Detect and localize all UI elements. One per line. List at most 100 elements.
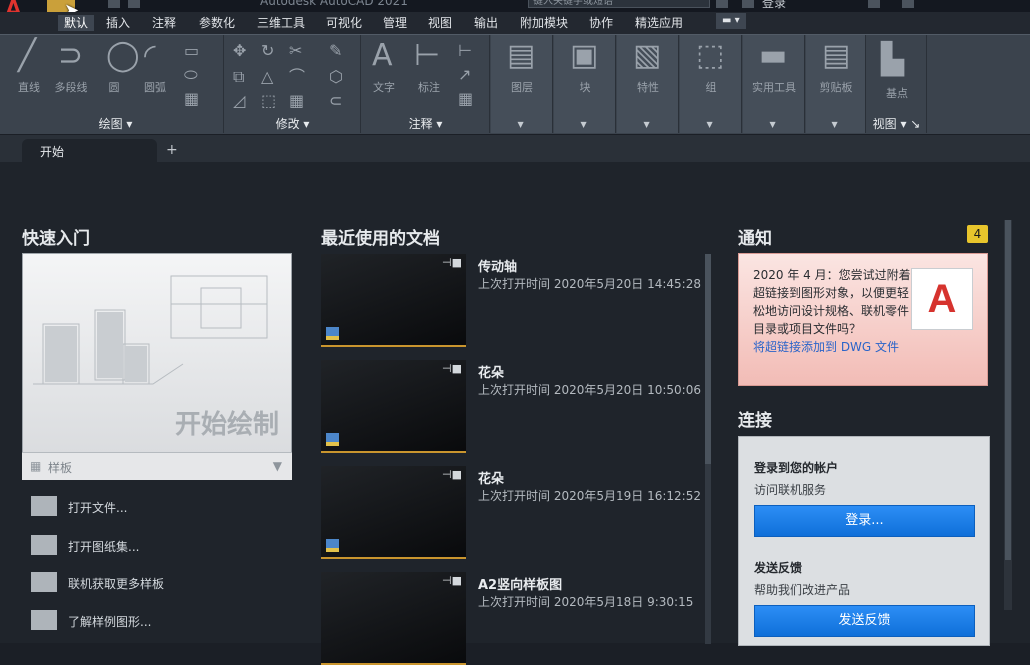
polyline-tool[interactable]: 多段线 bbox=[48, 79, 94, 95]
sheet-set-icon[interactable] bbox=[31, 535, 57, 555]
search-icon[interactable] bbox=[716, 0, 728, 8]
polyline-icon[interactable]: ⊃ bbox=[58, 41, 83, 71]
login-link[interactable]: 登录 bbox=[762, 0, 786, 11]
text-icon[interactable]: A bbox=[372, 41, 393, 71]
tab-visualize[interactable]: 可视化 bbox=[326, 15, 362, 31]
tab-3d-tools[interactable]: 三维工具 bbox=[257, 15, 305, 31]
send-feedback-button[interactable]: 发送反馈 bbox=[754, 605, 975, 637]
mirror-icon[interactable]: △ bbox=[261, 69, 273, 85]
copy-icon[interactable]: ⧉ bbox=[233, 69, 244, 85]
recent-thumbnail[interactable]: ⊣■ bbox=[321, 254, 466, 347]
get-templates-link[interactable]: 联机获取更多样板 bbox=[68, 575, 164, 592]
tab-parametric[interactable]: 参数化 bbox=[199, 15, 235, 31]
explode-icon[interactable]: ⬡ bbox=[329, 69, 343, 85]
start-drawing-title: 开始绘制 bbox=[174, 410, 279, 440]
recent-thumbnail[interactable]: ⊣■ bbox=[321, 572, 466, 665]
add-hyperlink-link[interactable]: 将超链接添加到 DWG 文件 bbox=[753, 338, 973, 356]
tab-annotate[interactable]: 注释 bbox=[152, 15, 176, 31]
pin-icon[interactable]: ⊣■ bbox=[442, 362, 462, 375]
sample-drawing-icon[interactable] bbox=[31, 610, 57, 630]
block-panel[interactable]: ▣ 块 ▼ bbox=[554, 35, 616, 133]
tab-view[interactable]: 视图 bbox=[428, 15, 452, 31]
modify-panel-label[interactable]: 修改 ▾ bbox=[225, 117, 360, 131]
help-icon[interactable] bbox=[902, 0, 914, 8]
rectangle-icon[interactable]: ▭ bbox=[184, 43, 199, 59]
templates-icon[interactable] bbox=[31, 572, 57, 592]
trim-icon[interactable]: ✂ bbox=[289, 43, 302, 59]
line-icon[interactable]: ╱ bbox=[18, 41, 36, 71]
base-icon[interactable]: ▙ bbox=[881, 45, 904, 75]
tab-collaborate[interactable]: 协作 bbox=[589, 15, 613, 31]
tab-default[interactable]: 默认 bbox=[58, 15, 95, 31]
properties-panel[interactable]: ▧ 特性 ▼ bbox=[617, 35, 679, 133]
tab-output[interactable]: 输出 bbox=[474, 15, 498, 31]
erase-icon[interactable]: ✎ bbox=[329, 43, 342, 59]
arc-tool[interactable]: 圆弧 bbox=[140, 79, 170, 95]
dwg-file-icon bbox=[326, 433, 339, 446]
circle-tool[interactable]: 圆 bbox=[102, 79, 126, 95]
offset-icon[interactable]: ⊂ bbox=[329, 93, 342, 109]
recent-scrollbar[interactable] bbox=[705, 254, 711, 644]
stretch-icon[interactable]: ◿ bbox=[233, 93, 245, 109]
recent-doc-name[interactable]: 传动轴 bbox=[478, 256, 517, 275]
base-tool[interactable]: 基点 bbox=[873, 85, 921, 101]
undo-icon[interactable] bbox=[128, 0, 140, 8]
scale-icon[interactable]: ⬚ bbox=[261, 93, 276, 109]
pin-icon[interactable]: ⊣■ bbox=[442, 468, 462, 481]
title-bar: Autodesk AutoCAD 2021 键入关键字或短语 登录 bbox=[0, 0, 1030, 12]
template-dropdown[interactable]: ▦ 样板 ▼ bbox=[22, 452, 292, 480]
tab-start[interactable]: 开始 bbox=[22, 139, 157, 162]
recent-thumbnail[interactable]: ⊣■ bbox=[321, 466, 466, 559]
scrollbar-thumb[interactable] bbox=[1005, 220, 1011, 560]
scrollbar-thumb[interactable] bbox=[705, 254, 711, 464]
pin-icon[interactable]: ⊣■ bbox=[442, 256, 462, 269]
text-tool[interactable]: 文字 bbox=[370, 79, 398, 95]
save-icon[interactable] bbox=[108, 0, 120, 8]
user-icon[interactable] bbox=[742, 0, 754, 8]
open-sheet-set-link[interactable]: 打开图纸集... bbox=[68, 538, 139, 555]
recent-thumbnail[interactable]: ⊣■ bbox=[321, 360, 466, 453]
layers-panel[interactable]: ▤ 图层 ▼ bbox=[491, 35, 553, 133]
recent-doc-time: 上次打开时间 2020年5月20日 14:45:28 bbox=[478, 277, 701, 291]
open-file-link[interactable]: 打开文件... bbox=[68, 499, 127, 516]
hatch-icon[interactable]: ▦ bbox=[184, 91, 199, 107]
tab-addins[interactable]: 附加模块 bbox=[520, 15, 568, 31]
arc-icon[interactable]: ◜ bbox=[144, 41, 156, 71]
tab-manage[interactable]: 管理 bbox=[383, 15, 407, 31]
linear-dimension-icon[interactable]: ⊢ bbox=[458, 43, 472, 59]
table-icon[interactable]: ▦ bbox=[458, 91, 473, 107]
rotate-icon[interactable]: ↻ bbox=[261, 43, 274, 59]
recent-doc-time: 上次打开时间 2020年5月18日 9:30:15 bbox=[478, 595, 694, 609]
utilities-panel[interactable]: ▬ 实用工具 ▼ bbox=[743, 35, 805, 133]
pin-icon[interactable]: ⊣■ bbox=[442, 574, 462, 587]
login-button[interactable]: 登录... bbox=[754, 505, 975, 537]
leader-icon[interactable]: ↗ bbox=[458, 67, 471, 83]
right-scrollbar[interactable] bbox=[1004, 220, 1012, 610]
draw-panel-label[interactable]: 绘图 ▾ bbox=[8, 117, 223, 131]
recent-doc-name[interactable]: A2竖向样板图 bbox=[478, 574, 562, 593]
clipboard-panel[interactable]: ▤ 剪贴板 ▼ bbox=[806, 35, 866, 133]
dimension-icon[interactable]: ⊢ bbox=[414, 41, 440, 71]
tab-insert[interactable]: 插入 bbox=[106, 15, 130, 31]
move-icon[interactable]: ✥ bbox=[233, 43, 246, 59]
search-input[interactable]: 键入关键字或短语 bbox=[528, 0, 710, 8]
new-tab-button[interactable]: + bbox=[166, 142, 178, 158]
line-tool[interactable]: 直线 bbox=[14, 79, 44, 95]
ribbon-options-icon[interactable]: ▬ ▾ bbox=[716, 13, 746, 29]
open-folder-icon[interactable] bbox=[31, 496, 57, 516]
ellipse-icon[interactable]: ⬭ bbox=[184, 67, 198, 83]
cart-icon[interactable] bbox=[868, 0, 880, 8]
tab-featured-apps[interactable]: 精选应用 bbox=[635, 15, 683, 31]
recent-doc-name[interactable]: 花朵 bbox=[478, 468, 504, 487]
groups-panel[interactable]: ⬚ 组 ▼ bbox=[680, 35, 742, 133]
sample-drawings-link[interactable]: 了解样例图形... bbox=[68, 613, 151, 630]
fillet-icon[interactable]: ⌒ bbox=[289, 69, 305, 85]
recent-doc-name[interactable]: 花朵 bbox=[478, 362, 504, 381]
annotation-panel-label[interactable]: 注释 ▾ bbox=[362, 117, 489, 131]
array-icon[interactable]: ▦ bbox=[289, 93, 304, 109]
circle-icon[interactable]: ◯ bbox=[106, 41, 140, 71]
start-drawing-card[interactable]: 开始绘制 bbox=[22, 253, 292, 480]
block-label: 块 bbox=[579, 81, 591, 94]
view-panel-label[interactable]: 视图 ▾ ↘ bbox=[867, 117, 926, 131]
dimension-tool[interactable]: 标注 bbox=[414, 79, 444, 95]
